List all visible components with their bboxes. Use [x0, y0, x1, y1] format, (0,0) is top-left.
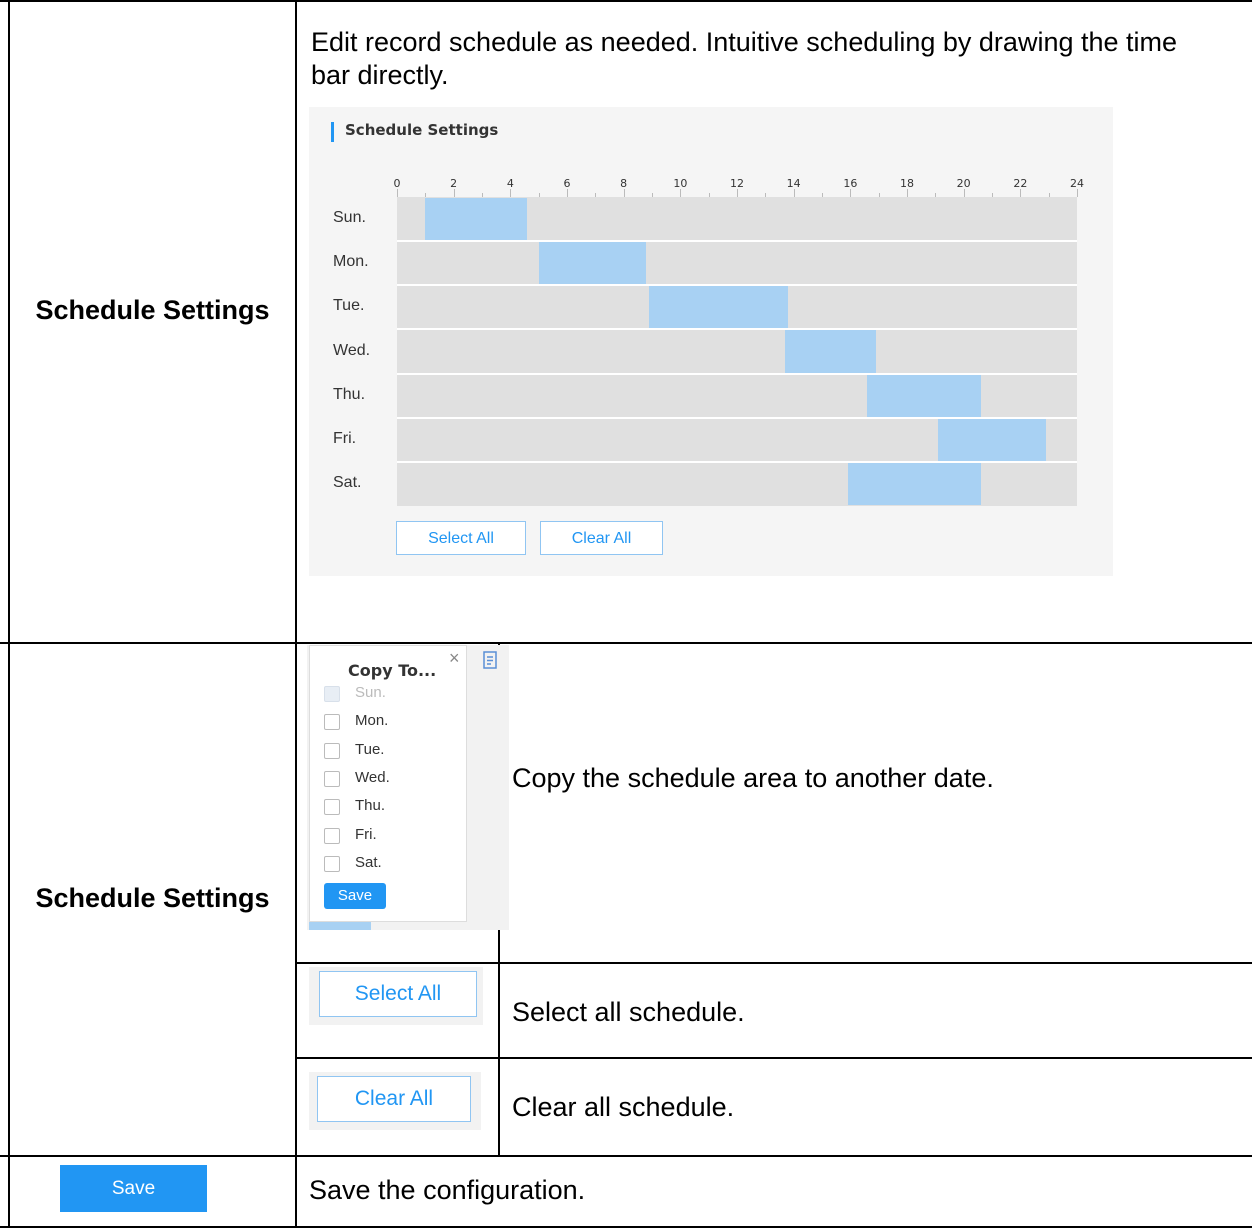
hour-tick — [510, 189, 512, 197]
schedule-title: Schedule Settings — [345, 121, 499, 139]
checkbox[interactable] — [324, 770, 340, 787]
copy-document-icon[interactable] — [483, 651, 497, 669]
day-row-separator — [397, 328, 1077, 331]
checkbox-label: Fri. — [355, 825, 377, 843]
hour-tick — [567, 189, 568, 197]
hour-tick — [793, 189, 795, 197]
hour-tick — [963, 189, 965, 197]
day-label: Wed. — [333, 341, 371, 359]
checkbox-label: Tue. — [355, 740, 385, 758]
hour-tick — [907, 189, 908, 197]
schedule-block[interactable] — [938, 418, 1046, 461]
hour-tick — [737, 189, 738, 197]
hour-tick — [1020, 189, 1022, 197]
row-label-text: Schedule Settings — [35, 295, 270, 325]
checkbox[interactable] — [324, 742, 340, 759]
select-all-description: Select all schedule. — [512, 997, 745, 1027]
save-description: Save the configuration. — [309, 1175, 586, 1205]
hour-tick — [1077, 189, 1078, 197]
select-all-button[interactable]: Select All — [396, 521, 526, 555]
hour-tick — [623, 189, 625, 197]
day-label: Thu. — [333, 385, 366, 403]
schedule-block[interactable] — [649, 286, 788, 329]
row-label-schedule-settings-2: Schedule Settings — [35, 883, 270, 913]
hour-tick — [397, 189, 398, 197]
checkbox[interactable] — [324, 799, 340, 816]
select-all-screenshot: Select All — [309, 967, 483, 1025]
checkbox-label: Mon. — [355, 712, 389, 730]
row-description: Edit record schedule as needed. Intuitiv… — [311, 27, 1178, 90]
hour-tick — [453, 189, 455, 197]
row-label-schedule-settings: Schedule Settings — [10, 294, 295, 327]
copy-description: Copy the schedule area to another date. — [512, 763, 994, 793]
checkbox[interactable] — [324, 855, 340, 872]
day-label: Fri. — [333, 429, 357, 447]
clear-all-screenshot: Clear All — [309, 1072, 481, 1130]
checkbox — [324, 686, 340, 702]
schedule-block[interactable] — [847, 462, 981, 505]
day-row-separator — [397, 240, 1077, 243]
schedule-grid[interactable] — [397, 197, 1077, 506]
checkbox-label: Thu. — [355, 797, 386, 815]
day-label: Tue. — [333, 297, 365, 315]
select-all-sample-button[interactable]: Select All — [319, 971, 477, 1017]
copy-to-screenshot: Copy To... × Sun. Mon. Tue. Wed. Thu. Fri. Sat… — [307, 645, 509, 930]
copy-to-title: Copy To... — [348, 661, 437, 680]
day-label: Sat. — [333, 473, 362, 491]
checkbox-label: Wed. — [355, 768, 390, 786]
schedule-block[interactable] — [867, 374, 981, 417]
clear-all-description: Clear all schedule. — [512, 1092, 735, 1122]
checkbox[interactable] — [324, 827, 340, 844]
copy-save-button[interactable]: Save — [324, 883, 386, 909]
day-label: Sun. — [333, 209, 366, 227]
schedule-bar-fragment — [309, 922, 371, 930]
save-button[interactable]: Save — [60, 1165, 207, 1212]
close-icon[interactable]: × — [449, 648, 460, 669]
schedule-block[interactable] — [785, 330, 876, 373]
schedule-block[interactable] — [425, 198, 528, 241]
checkbox-label: Sat. — [355, 853, 382, 871]
copy-to-popup: Copy To... × Sun. Mon. Tue. Wed. Thu. Fri. Sat… — [309, 645, 467, 922]
clear-all-sample-button[interactable]: Clear All — [317, 1076, 471, 1122]
title-accent-bar — [331, 122, 334, 142]
checkbox[interactable] — [324, 714, 340, 731]
schedule-widget: Schedule Settings 0 2 4 6 8 10 12 14 16 18 20 22 24 … — [309, 107, 1113, 576]
day-label: Mon. — [333, 253, 369, 271]
schedule-block[interactable] — [538, 242, 647, 285]
clear-all-button[interactable]: Clear All — [540, 521, 663, 555]
hour-tick — [680, 189, 682, 197]
checkbox-label: Sun. — [355, 684, 386, 701]
hour-tick — [850, 189, 852, 197]
